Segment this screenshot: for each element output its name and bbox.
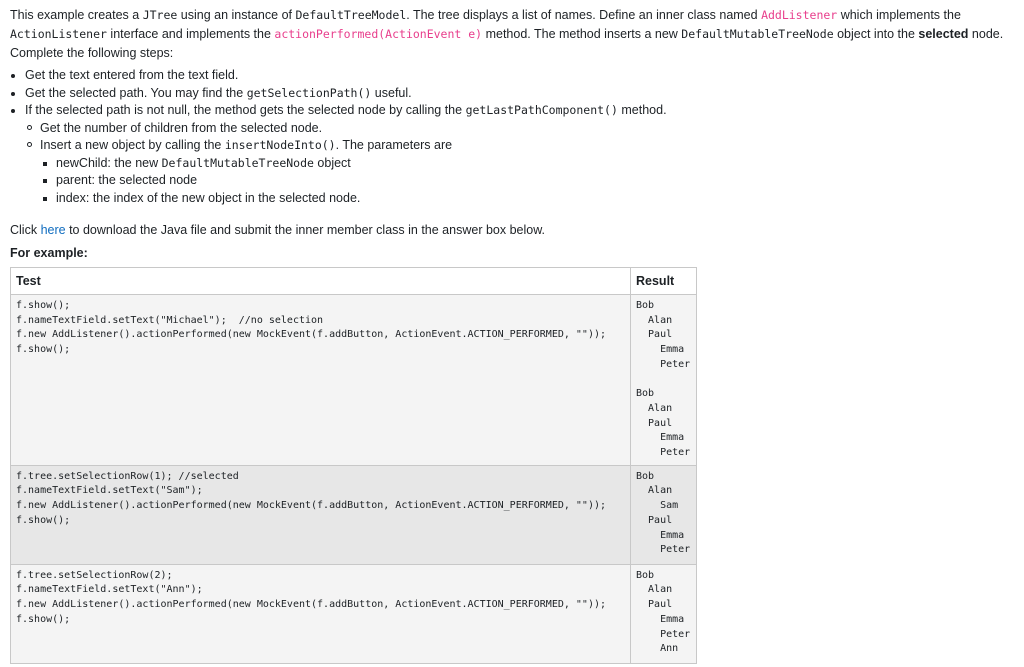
intro-text: interface and implements the [106, 27, 275, 41]
code-actionlistener: ActionListener [10, 27, 107, 41]
list-item: newChild: the new DefaultMutableTreeNode… [10, 155, 1014, 173]
code-actionperformed: actionPerformed(ActionEvent e) [274, 27, 483, 41]
table-row: f.show(); f.nameTextField.setText("Micha… [10, 294, 697, 466]
download-text: Click [10, 223, 41, 237]
sub-steps-list: Get the number of children from the sele… [10, 120, 1014, 208]
test-code: f.show(); f.nameTextField.setText("Micha… [16, 300, 607, 356]
param-text: parent: the selected node [56, 173, 198, 187]
test-cell: f.tree.setSelectionRow(2); f.nameTextFie… [10, 563, 631, 664]
download-text: to download the Java file and submit the… [65, 223, 546, 237]
code-jtree: JTree [142, 8, 178, 22]
intro-text: This example creates a [10, 8, 143, 22]
list-item: parent: the selected node [10, 172, 1014, 190]
list-item: Get the number of children from the sele… [10, 120, 1014, 138]
step-text: useful. [371, 85, 412, 100]
list-item: Insert a new object by calling the inser… [10, 137, 1014, 207]
list-item: index: the index of the new object in th… [10, 190, 1014, 208]
intro-text: using an instance of [177, 8, 296, 22]
parameters-list: newChild: the new DefaultMutableTreeNode… [10, 155, 1014, 208]
step-text: Get the number of children from the sele… [40, 120, 323, 135]
download-instruction: Click here to download the Java file and… [10, 221, 1014, 240]
step-text: method. [617, 103, 667, 117]
code-defaultmutabletreenode: DefaultMutableTreeNode [681, 27, 834, 41]
param-text: object [313, 155, 351, 170]
test-cell: f.show(); f.nameTextField.setText("Micha… [10, 294, 631, 466]
table-row: f.tree.setSelectionRow(1); //selected f.… [10, 464, 697, 565]
code-insertnodeinto: insertNodeInto() [224, 138, 336, 152]
list-item: Get the text entered from the text field… [10, 67, 1014, 85]
step-text: Insert a new object by calling the [40, 138, 225, 152]
result-cell: Bob Alan Paul Emma Peter Bob Alan Paul E… [630, 294, 697, 466]
question-text: This example creates a JTree using an in… [0, 0, 1024, 664]
test-code: f.tree.setSelectionRow(2); f.nameTextFie… [16, 569, 607, 625]
intro-text: which implements the [837, 8, 961, 22]
intro-text: method. The method inserts a new [482, 27, 682, 41]
test-code: f.tree.setSelectionRow(1); //selected f.… [16, 470, 607, 526]
test-column-header: Test [10, 267, 631, 295]
download-link[interactable]: here [41, 223, 66, 237]
param-text: index: the index of the new object in th… [56, 190, 361, 205]
step-text: If the selected path is not null, the me… [25, 103, 466, 117]
param-text: newChild: the new [56, 155, 162, 170]
code-addlistener: AddListener [761, 8, 838, 22]
steps-list: Get the text entered from the text field… [10, 67, 1014, 207]
examples-table: Test Result f.show(); f.nameTextField.se… [10, 267, 697, 664]
table-row: f.tree.setSelectionRow(2); f.nameTextFie… [10, 563, 697, 664]
list-item: Get the selected path. You may find the … [10, 85, 1014, 103]
result-cell: Bob Alan Paul Emma Peter Ann [630, 563, 697, 664]
for-example-label: For example: [10, 246, 88, 260]
code-getlastpathcomponent: getLastPathComponent() [465, 103, 618, 117]
step-text: Get the selected path. You may find the [25, 85, 247, 100]
result-output: Bob Alan Paul Emma Peter Bob Alan Paul E… [636, 300, 691, 459]
step-text: . The parameters are [335, 138, 453, 152]
test-cell: f.tree.setSelectionRow(1); //selected f.… [10, 464, 631, 565]
step-text: Get the text entered from the text field… [25, 68, 239, 82]
intro-text: object into the [833, 27, 919, 41]
result-column-header: Result [630, 267, 697, 295]
result-output: Bob Alan Sam Paul Emma Peter [636, 470, 691, 556]
intro-text: . The tree displays a list of names. Def… [406, 8, 762, 22]
code-getselectionpath: getSelectionPath() [246, 85, 372, 100]
code-defaulttreemodel: DefaultTreeModel [295, 8, 407, 22]
code-defaultmutabletreenode: DefaultMutableTreeNode [161, 155, 314, 170]
result-output: Bob Alan Paul Emma Peter Ann [636, 569, 691, 655]
list-item: If the selected path is not null, the me… [10, 102, 1014, 207]
result-cell: Bob Alan Sam Paul Emma Peter [630, 464, 697, 565]
table-header-row: Test Result [10, 267, 697, 295]
intro-paragraph: This example creates a JTree using an in… [10, 6, 1014, 63]
bold-selected: selected [918, 27, 969, 41]
